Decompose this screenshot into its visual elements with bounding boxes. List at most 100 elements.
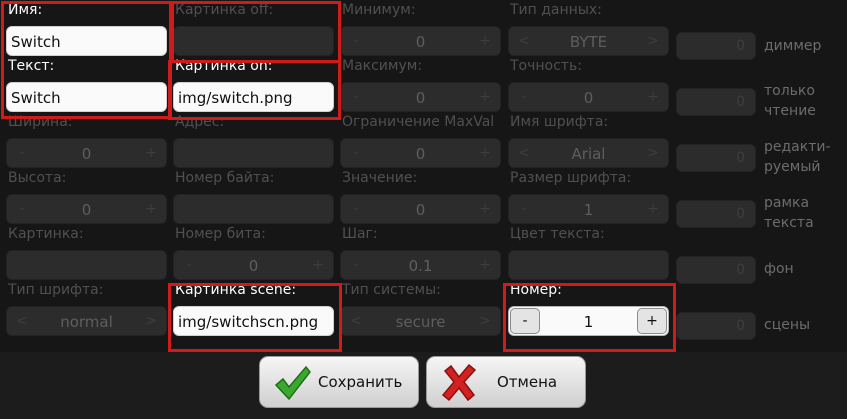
data-type-field: Тип данных: < BYTE > — [502, 0, 669, 56]
background-label: фон — [764, 261, 794, 277]
data-type-next-button[interactable]: > — [639, 28, 667, 54]
step-stepper[interactable]: - 0.1 + — [340, 250, 501, 280]
name-input[interactable]: Switch — [6, 26, 167, 56]
save-button[interactable]: Сохранить — [259, 356, 419, 408]
picture-off-input[interactable] — [173, 26, 334, 56]
address-field: Адрес: — [167, 112, 334, 168]
cancel-button[interactable]: Отмена — [426, 356, 586, 408]
picture-scene-field: Картинка scene: img/switchscn.png — [167, 280, 334, 336]
limit-maxval-stepper[interactable]: - 0 + — [340, 138, 501, 168]
number-stepper[interactable]: - 1 + — [508, 306, 669, 336]
dimmer-toggle[interactable]: 0 — [676, 32, 756, 60]
maximum-plus-button[interactable]: + — [471, 84, 499, 110]
precision-field: Точность: - 0 + — [502, 56, 669, 112]
scenes-toggle[interactable]: 0 — [676, 312, 756, 340]
save-button-label: Сохранить — [318, 373, 403, 391]
value-plus-button[interactable]: + — [471, 196, 499, 222]
maximum-stepper[interactable]: - 0 + — [340, 82, 501, 112]
limit-maxval-minus-button[interactable]: - — [342, 140, 370, 166]
font-name-selector[interactable]: < Arial > — [508, 138, 669, 168]
text-frame-toggle[interactable]: 0 — [676, 200, 756, 228]
minimum-minus-button[interactable]: - — [342, 28, 370, 54]
font-name-field: Имя шрифта: < Arial > — [502, 112, 669, 168]
cross-icon — [441, 363, 477, 402]
font-type-next-button[interactable]: > — [137, 308, 165, 334]
width-stepper[interactable]: - 0 + — [6, 138, 167, 168]
width-minus-button[interactable]: - — [8, 140, 36, 166]
system-type-label: Тип системы: — [342, 282, 441, 298]
height-plus-button[interactable]: + — [137, 196, 165, 222]
width-plus-button[interactable]: + — [137, 140, 165, 166]
system-type-prev-button[interactable]: < — [342, 308, 370, 334]
font-type-prev-button[interactable]: < — [8, 308, 36, 334]
value-field: Значение: - 0 + — [334, 168, 501, 224]
font-name-label: Имя шрифта: — [510, 114, 609, 130]
value-value: 0 — [415, 201, 426, 219]
picture-field: Картинка: — [0, 224, 167, 280]
data-type-label: Тип данных: — [510, 2, 602, 18]
readonly-toggle[interactable]: 0 — [676, 88, 756, 116]
bit-number-stepper[interactable]: - 0 + — [173, 250, 334, 280]
byte-number-input[interactable] — [173, 194, 334, 224]
data-type-selector[interactable]: < BYTE > — [508, 26, 669, 56]
address-input[interactable] — [173, 138, 334, 168]
number-plus-button[interactable]: + — [637, 308, 667, 334]
picture-on-input[interactable]: img/switch.png — [173, 82, 334, 112]
value-label: Значение: — [342, 170, 418, 186]
font-type-label: Тип шрифта: — [8, 282, 104, 298]
width-field: Ширина: - 0 + — [0, 112, 167, 168]
scenes-label: сцены — [764, 317, 811, 333]
maximum-minus-button[interactable]: - — [342, 84, 370, 110]
limit-maxval-field: Ограничение MaxVal - 0 + — [334, 112, 501, 168]
bit-number-plus-button[interactable]: + — [304, 252, 332, 278]
text-frame-toggle-value: 0 — [736, 206, 745, 222]
font-size-stepper[interactable]: - 1 + — [508, 194, 669, 224]
font-size-plus-button[interactable]: + — [639, 196, 667, 222]
bit-number-label: Номер бита: — [175, 226, 266, 242]
limit-maxval-label: Ограничение MaxVal — [342, 114, 495, 130]
data-type-prev-button[interactable]: < — [510, 28, 538, 54]
system-type-value: secure — [395, 313, 446, 331]
check-icon — [274, 365, 311, 401]
font-type-value: normal — [60, 313, 113, 331]
system-type-next-button[interactable]: > — [471, 308, 499, 334]
font-size-minus-button[interactable]: - — [510, 196, 538, 222]
bit-number-value: 0 — [248, 257, 259, 275]
number-value: 1 — [583, 313, 594, 331]
font-name-prev-button[interactable]: < — [510, 140, 538, 166]
byte-number-label: Номер байта: — [175, 170, 275, 186]
width-label: Ширина: — [8, 114, 73, 130]
font-name-next-button[interactable]: > — [639, 140, 667, 166]
minimum-stepper[interactable]: - 0 + — [340, 26, 501, 56]
step-plus-button[interactable]: + — [471, 252, 499, 278]
minimum-plus-button[interactable]: + — [471, 28, 499, 54]
value-minus-button[interactable]: - — [342, 196, 370, 222]
precision-minus-button[interactable]: - — [510, 84, 538, 110]
height-stepper[interactable]: - 0 + — [6, 194, 167, 224]
number-minus-button[interactable]: - — [510, 308, 540, 334]
number-label: Номер: — [510, 282, 562, 298]
precision-stepper[interactable]: - 0 + — [508, 82, 669, 112]
maximum-value: 0 — [415, 89, 426, 107]
bit-number-minus-button[interactable]: - — [175, 252, 203, 278]
background-toggle[interactable]: 0 — [676, 256, 756, 284]
name-label: Имя: — [8, 2, 43, 18]
picture-scene-input[interactable]: img/switchscn.png — [173, 306, 334, 336]
limit-maxval-plus-button[interactable]: + — [471, 140, 499, 166]
minimum-value: 0 — [415, 33, 426, 51]
picture-input[interactable] — [6, 250, 167, 280]
step-minus-button[interactable]: - — [342, 252, 370, 278]
editable-toggle[interactable]: 0 — [676, 144, 756, 172]
text-color-input[interactable] — [508, 250, 669, 280]
cancel-button-label: Отмена — [497, 373, 558, 391]
precision-plus-button[interactable]: + — [639, 84, 667, 110]
font-size-field: Размер шрифта: - 1 + — [502, 168, 669, 224]
font-type-selector[interactable]: < normal > — [6, 306, 167, 336]
height-minus-button[interactable]: - — [8, 196, 36, 222]
minimum-label: Минимум: — [342, 2, 416, 18]
dimmer-label: диммер — [764, 38, 822, 54]
value-stepper[interactable]: - 0 + — [340, 194, 501, 224]
system-type-selector[interactable]: < secure > — [340, 306, 501, 336]
text-input[interactable]: Switch — [6, 82, 167, 112]
font-size-value: 1 — [583, 201, 594, 219]
